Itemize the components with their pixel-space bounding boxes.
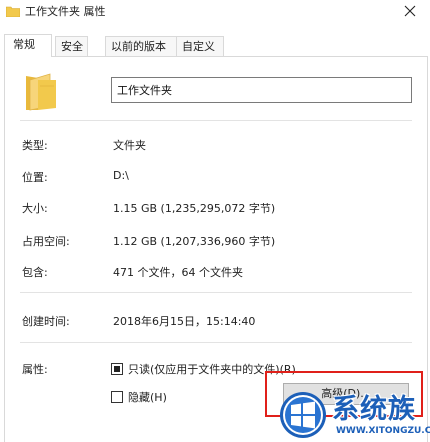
close-icon	[404, 5, 416, 17]
contains-label: 包含:	[22, 266, 48, 279]
divider	[20, 120, 412, 121]
watermark-url: WWW.XITONGZU.COM	[336, 426, 430, 436]
window-title: 工作文件夹 属性	[25, 5, 106, 18]
close-button[interactable]	[390, 0, 430, 22]
created-value: 2018年6月15日，15:14:40	[113, 315, 256, 328]
title-bar: 工作文件夹 属性	[0, 0, 430, 32]
location-label: 位置:	[22, 171, 48, 184]
folder-icon	[6, 6, 20, 17]
divider	[20, 342, 412, 343]
type-value: 文件夹	[113, 139, 146, 152]
attributes-label: 属性:	[22, 363, 48, 376]
type-label: 类型:	[22, 139, 48, 152]
disk-size-label: 占用空间:	[22, 235, 70, 248]
readonly-checkbox[interactable]	[111, 363, 123, 375]
created-label: 创建时间:	[22, 315, 70, 328]
tab-customize[interactable]: 自定义	[176, 36, 224, 56]
size-value: 1.15 GB (1,235,295,072 字节)	[113, 202, 276, 215]
tab-security[interactable]: 安全	[55, 36, 88, 56]
divider	[20, 292, 412, 293]
hidden-checkbox[interactable]	[111, 391, 123, 403]
tab-previous-versions[interactable]: 以前的版本	[105, 36, 177, 56]
location-value: D:\	[113, 169, 129, 182]
watermark: 系统族 WWW.XITONGZU.COM	[275, 387, 430, 442]
tab-general[interactable]: 常规	[4, 34, 52, 57]
folder-name-input[interactable]	[111, 77, 412, 103]
watermark-name: 系统族	[332, 394, 416, 425]
hidden-label[interactable]: 隐藏(H)	[128, 389, 167, 405]
windows-logo-icon	[280, 392, 326, 438]
folder-icon	[26, 73, 56, 111]
contains-value: 471 个文件，64 个文件夹	[113, 266, 243, 279]
disk-size-value: 1.12 GB (1,207,336,960 字节)	[113, 235, 276, 248]
size-label: 大小:	[22, 202, 48, 215]
tab-strip: 常规 安全 以前的版本 自定义	[4, 34, 428, 57]
